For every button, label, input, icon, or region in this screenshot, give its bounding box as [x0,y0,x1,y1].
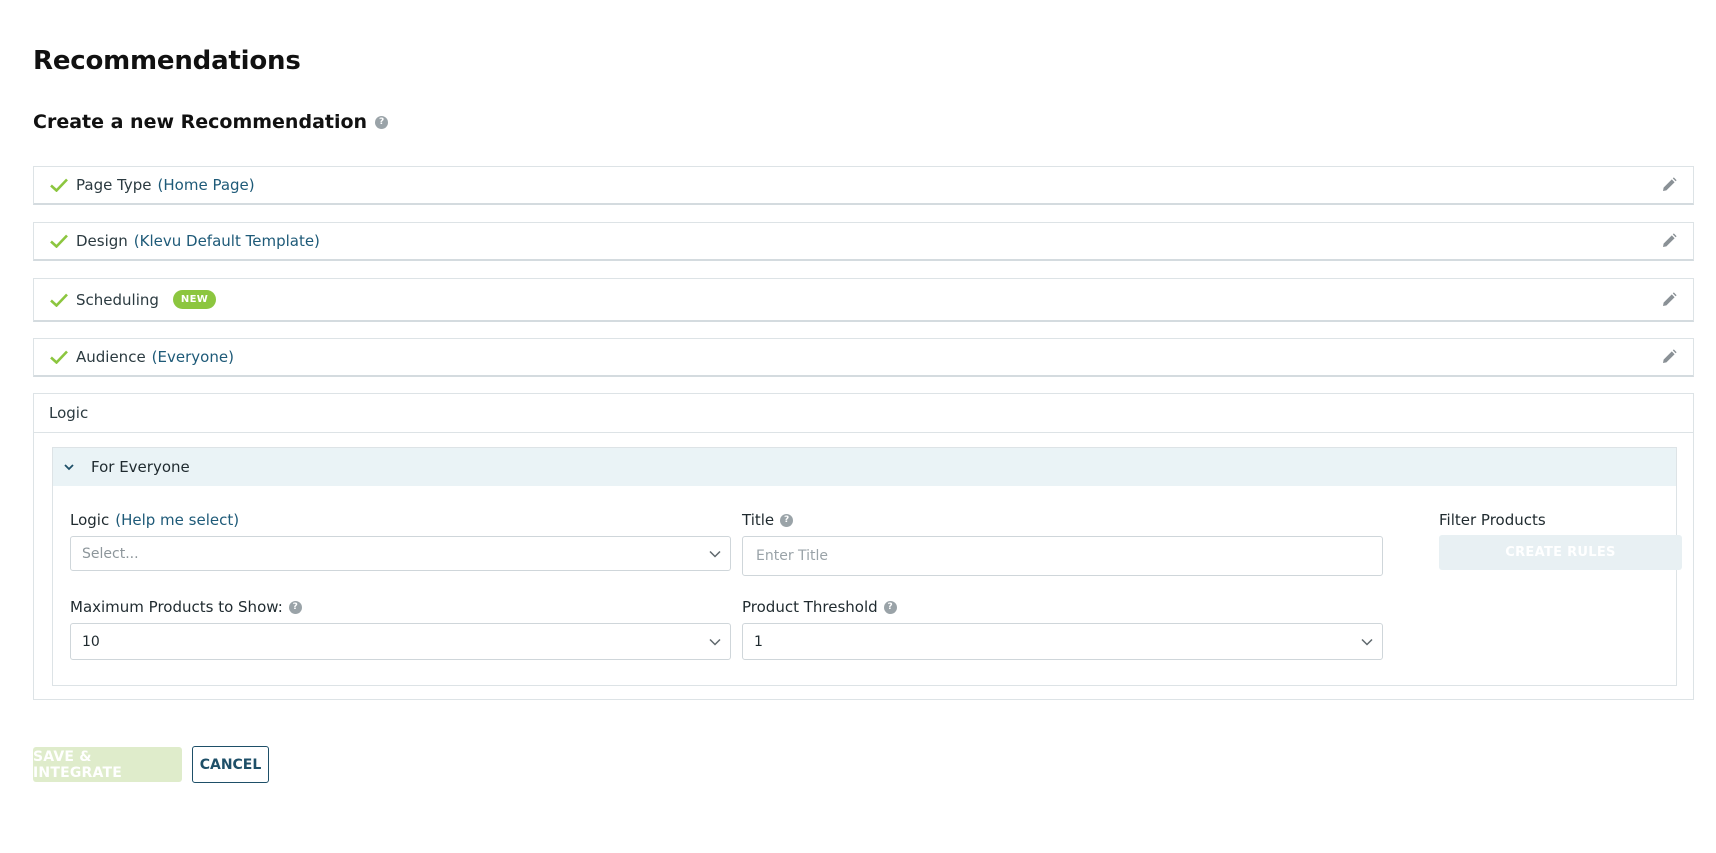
logic-select[interactable]: Select... [70,536,731,571]
check-icon [50,350,68,364]
threshold-value: 1 [754,633,763,650]
max-products-label-text: Maximum Products to Show: [70,598,283,616]
section-title-text: Create a new Recommendation [33,111,368,133]
title-input[interactable] [754,537,1382,575]
threshold-label: Product Threshold ? [742,598,897,616]
max-products-select[interactable]: 10 [70,623,731,660]
step-value: (Everyone) [151,348,234,366]
max-products-label: Maximum Products to Show: ? [70,598,302,616]
step-design[interactable]: Design (Klevu Default Template) [33,222,1694,261]
help-icon[interactable]: ? [375,115,389,129]
help-icon[interactable]: ? [780,513,794,527]
step-audience[interactable]: Audience (Everyone) [33,338,1694,377]
logic-field-label: Logic (Help me select) [70,511,239,529]
step-page-type[interactable]: Page Type (Home Page) [33,166,1694,205]
cancel-button[interactable]: CANCEL [192,746,269,783]
pencil-icon[interactable] [1661,349,1677,365]
step-label: Audience [76,348,146,366]
title-field-label: Title ? [742,511,794,529]
help-icon[interactable]: ? [883,600,897,614]
chevron-down-icon [709,550,721,558]
step-label: Scheduling [76,290,159,309]
step-value: (Klevu Default Template) [133,232,320,250]
pencil-icon[interactable] [1661,177,1677,193]
logic-select-placeholder: Select... [82,545,139,562]
threshold-label-text: Product Threshold [742,598,878,616]
filter-products-label: Filter Products [1439,511,1546,529]
help-me-select-link[interactable]: (Help me select) [115,511,239,529]
check-icon [50,293,68,307]
new-badge: NEW [172,290,217,309]
page-title: Recommendations [33,46,301,76]
title-label-text: Title [742,511,775,529]
logic-header: Logic [34,394,1693,433]
logic-panel: Logic For Everyone Logic (Help me select… [33,393,1694,700]
threshold-select[interactable]: 1 [742,623,1383,660]
chevron-down-icon [709,638,721,646]
chevron-down-icon [64,464,74,471]
segment-title: For Everyone [91,458,190,476]
segment-header[interactable]: For Everyone [53,448,1676,486]
check-icon [50,234,68,248]
step-label: Design [76,232,128,250]
step-label: Page Type [76,176,152,194]
chevron-down-icon [1361,638,1373,646]
logic-label-text: Logic [70,511,110,529]
section-title: Create a new Recommendation ? [33,111,389,133]
save-and-integrate-button[interactable]: SAVE & INTEGRATE [33,747,182,782]
segment-for-everyone: For Everyone Logic (Help me select) Sele… [52,447,1682,686]
max-products-value: 10 [82,633,100,650]
step-scheduling[interactable]: Scheduling NEW [33,278,1694,322]
help-icon[interactable]: ? [288,600,302,614]
check-icon [50,178,68,192]
title-input-wrapper [742,536,1383,576]
pencil-icon[interactable] [1661,233,1677,249]
create-rules-button[interactable]: CREATE RULES [1439,535,1682,570]
step-value: (Home Page) [157,176,255,194]
pencil-icon[interactable] [1661,291,1677,308]
